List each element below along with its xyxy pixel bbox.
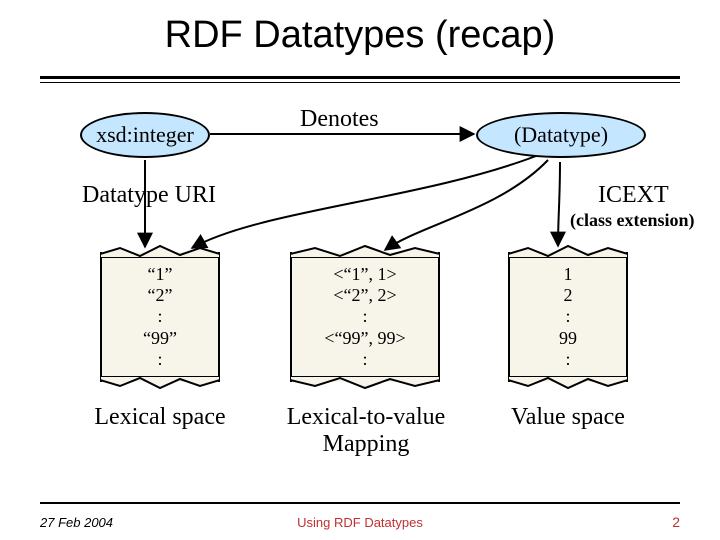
edge-icext-label: ICEXT — [598, 182, 669, 209]
lex-l1: “1” — [148, 264, 173, 285]
lex-l4: “99” — [143, 328, 177, 349]
footer-center: Using RDF Datatypes — [0, 515, 720, 530]
node-xsd-integer: xsd:integer — [80, 112, 210, 158]
slide-title: RDF Datatypes (recap) — [0, 14, 720, 57]
val-l5: : — [565, 349, 570, 370]
val-l2: 2 — [564, 285, 573, 306]
title-rule-thin — [40, 82, 680, 83]
val-l1: 1 — [564, 264, 573, 285]
map-l2: <“2”, 2> — [333, 285, 396, 306]
node-datatype-label: (Datatype) — [514, 122, 608, 148]
val-l4: 99 — [559, 328, 577, 349]
box-mapping: <“1”, 1> <“2”, 2> : <“99”, 99> : — [290, 252, 440, 382]
edge-icext-note: (class extension) — [570, 210, 695, 231]
box-value-lines: 1 2 : 99 : — [510, 264, 626, 370]
caption-ltv-mapping-line1: Lexical-to-value — [266, 404, 466, 431]
box-mapping-lines: <“1”, 1> <“2”, 2> : <“99”, 99> : — [292, 264, 438, 370]
box-lexical: “1” “2” : “99” : — [100, 252, 220, 382]
caption-ltv-mapping-line2: Mapping — [266, 431, 466, 458]
footer-rule — [40, 502, 680, 504]
caption-value-space: Value space — [488, 404, 648, 431]
map-l4: <“99”, 99> — [324, 328, 405, 349]
edge-denotes-label: Denotes — [300, 106, 379, 133]
caption-ltv-mapping: Lexical-to-value Mapping — [266, 404, 466, 458]
map-l3: : — [362, 306, 367, 327]
map-l5: : — [362, 349, 367, 370]
node-datatype: (Datatype) — [476, 112, 646, 158]
caption-lexical-space: Lexical space — [80, 404, 240, 431]
box-value: 1 2 : 99 : — [508, 252, 628, 382]
footer-page: 2 — [672, 514, 680, 530]
box-lexical-lines: “1” “2” : “99” : — [102, 264, 218, 370]
val-l3: : — [565, 306, 570, 327]
lex-l5: : — [157, 349, 162, 370]
lex-l3: : — [157, 306, 162, 327]
map-l1: <“1”, 1> — [333, 264, 396, 285]
lex-l2: “2” — [148, 285, 173, 306]
edge-datatype-uri-label: Datatype URI — [82, 182, 216, 209]
node-xsd-integer-label: xsd:integer — [96, 122, 194, 148]
slide: RDF Datatypes (recap) xsd:integer (Datat… — [0, 0, 720, 540]
title-rule-thick — [40, 76, 680, 79]
